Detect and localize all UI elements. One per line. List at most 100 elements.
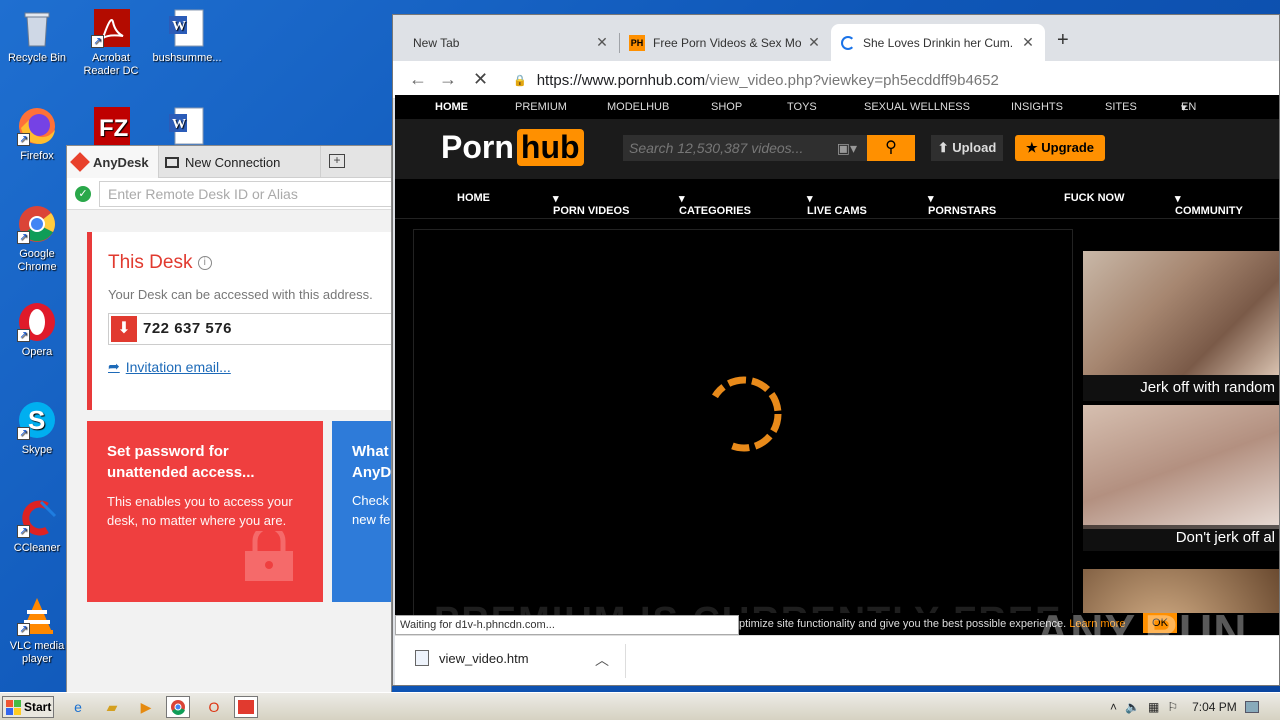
new-tab-plus-icon[interactable]: + [1057,29,1069,52]
lock-icon: 🔒 [513,74,527,87]
top-nav-insights[interactable]: INSIGHTS [1011,101,1063,113]
desktop-icon-recycle-bin[interactable]: Recycle Bin [0,8,74,65]
upload-button[interactable]: ⬆ Upload [931,135,1003,161]
filezilla-icon: FZ [91,106,131,146]
thumbnail-image [1083,405,1279,529]
nav-community[interactable]: COMMUNITY ▾ [1175,192,1243,217]
folder-icon[interactable]: ▰ [100,696,124,718]
top-nav-shop[interactable]: SHOP [711,101,742,113]
top-nav-sites[interactable]: SITES [1105,101,1137,113]
opera-icon: ↗ [17,302,57,342]
tab-strip: New Tab ✕ PH Free Porn Videos & Sex Movi… [393,15,1279,61]
top-nav-premium[interactable]: PREMIUM [515,101,567,113]
desktop-icon-vlc[interactable]: ↗ VLC media player [0,596,74,666]
desktop-icon-label: Firefox [20,150,54,162]
desktop-icon-chrome[interactable]: ↗ Google Chrome [0,204,74,274]
monitor-icon [165,156,179,168]
webpage-viewport: HOME PREMIUM MODELHUB SHOP TOYS SEXUAL W… [395,95,1279,635]
network-icon[interactable]: ▦ [1148,700,1159,714]
desktop-icon-acrobat[interactable]: ↗ Acrobat Reader DC [74,8,148,78]
show-desktop-icon[interactable] [1244,701,1259,713]
video-player[interactable]: PREMIUM IS CURRENTLY FREE [413,229,1073,635]
opera-taskbar-icon[interactable]: O [202,696,226,718]
flag-icon[interactable]: ⚐ [1167,700,1178,714]
invitation-email-link[interactable]: ➦ Invitation email... [108,358,231,375]
video-thumbnail[interactable]: Don't jerk off al [1083,405,1279,551]
desktop-icon-skype[interactable]: S ↗ Skype [0,400,74,457]
desktop-icon-label: Opera [21,346,53,358]
start-button[interactable]: Start [2,696,54,718]
volume-icon[interactable]: 🔈 [1125,700,1140,714]
tab-active-video[interactable]: She Loves Drinkin her Cum. Hard Anal ✕ [831,24,1045,61]
desktop-icon-word-doc[interactable]: W bushsumme... [150,8,224,65]
close-icon[interactable]: ✕ [807,34,821,51]
site-search-input[interactable]: Search 12,530,387 videos... ▣▾ [623,135,867,161]
nav-pornstars[interactable]: PORNSTARS ▾ [928,192,996,217]
anydesk-taskbar-icon[interactable] [234,696,258,718]
desktop-icon-label: Skype [21,444,53,456]
upgrade-button[interactable]: ★ Upgrade [1015,135,1105,161]
share-arrow-icon: ➦ [108,358,120,374]
chrome-icon: ↗ [17,204,57,244]
top-nav-language[interactable]: EN ▾ [1181,101,1196,114]
top-nav-home[interactable]: HOME [435,101,468,113]
card-title-1: What [352,443,389,460]
invitation-label: Invitation email... [125,358,231,375]
word-doc-icon: W [167,8,207,48]
nav-home[interactable]: HOME [457,192,490,204]
set-password-card[interactable]: Set password for unattended access... Th… [87,421,323,602]
svg-text:S: S [28,405,45,435]
tab-anydesk[interactable]: AnyDesk [67,146,159,178]
forward-arrow-icon[interactable]: → [439,69,457,90]
new-tab-plus-icon[interactable]: + [329,154,345,168]
top-nav-toys[interactable]: TOYS [787,101,817,113]
chrome-taskbar-icon[interactable] [166,696,190,718]
svg-text:W: W [172,19,186,34]
top-nav-modelhub[interactable]: MODELHUB [607,101,669,113]
card-text-2: new fe [352,512,391,527]
search-icon[interactable]: ⚲ [867,135,915,161]
nav-fuck-now[interactable]: FUCK NOW [1064,192,1125,204]
back-arrow-icon[interactable]: ← [409,69,427,90]
chevron-up-icon[interactable]: ︿ [595,650,609,670]
video-thumbnail[interactable]: Jerk off with random [1083,251,1279,401]
tab-label: AnyDesk [93,154,149,170]
download-item[interactable]: view_video.htm [415,650,529,666]
desk-id: 722 637 576 [143,320,232,337]
shortcut-arrow-icon: ↗ [17,231,30,244]
remote-desk-input[interactable]: Enter Remote Desk ID or Alias [99,181,391,207]
shortcut-arrow-icon: ↗ [91,35,104,48]
logo-text-b: hub [516,129,584,166]
address-bar[interactable]: 🔒 https://www.pornhub.com/view_video.php… [503,65,1279,95]
desktop-icon-firefox[interactable]: ↗ Firefox [0,106,74,163]
tab-title: Free Porn Videos & Sex Movies - Porno, X… [653,35,801,50]
chevron-up-icon[interactable]: ˄ [1110,700,1117,714]
anyrun-watermark: ANY.RUN [1036,605,1248,657]
system-tray: ˄ 🔈 ▦ ⚐ 7:04 PM [1102,693,1280,720]
internet-explorer-icon[interactable]: e [66,696,90,718]
media-player-icon[interactable]: ▶ [134,696,158,718]
top-nav-sexual-wellness[interactable]: SEXUAL WELLNESS [864,101,970,113]
stop-loading-icon[interactable]: ✕ [473,69,488,90]
close-icon[interactable]: ✕ [1021,34,1035,51]
tab-new-connection[interactable]: New Connection [159,146,321,178]
desktop-icon-word-doc-2[interactable]: W [150,106,224,150]
whats-new-card[interactable]: What AnyD Check new fe [332,421,391,602]
site-main-nav: HOME PORN VIDEOS ▾ CATEGORIES ▾ LIVE CAM… [395,179,1279,219]
tab-free-porn[interactable]: PH Free Porn Videos & Sex Movies - Porno… [619,24,831,61]
nav-live-cams[interactable]: LIVE CAMS ▾ [807,192,867,217]
desktop-icon-ccleaner[interactable]: ↗ CCleaner [0,498,74,555]
clock[interactable]: 7:04 PM [1192,700,1237,714]
desktop-icon-opera[interactable]: ↗ Opera [0,302,74,359]
desktop-icon-filezilla[interactable]: FZ [74,106,148,150]
nav-categories[interactable]: CATEGORIES ▾ [679,192,751,217]
close-icon[interactable]: ✕ [595,34,609,51]
site-logo[interactable]: Porn hub [441,129,584,166]
desk-id-box: ⬇ 722 637 576 [108,313,391,345]
info-icon[interactable]: i [197,255,212,270]
windows-logo-icon [6,699,21,715]
camera-icon[interactable]: ▣▾ [837,135,857,161]
tab-new-tab[interactable]: New Tab ✕ [403,24,619,61]
skype-icon: S ↗ [17,400,57,440]
nav-porn-videos[interactable]: PORN VIDEOS ▾ [553,192,629,217]
